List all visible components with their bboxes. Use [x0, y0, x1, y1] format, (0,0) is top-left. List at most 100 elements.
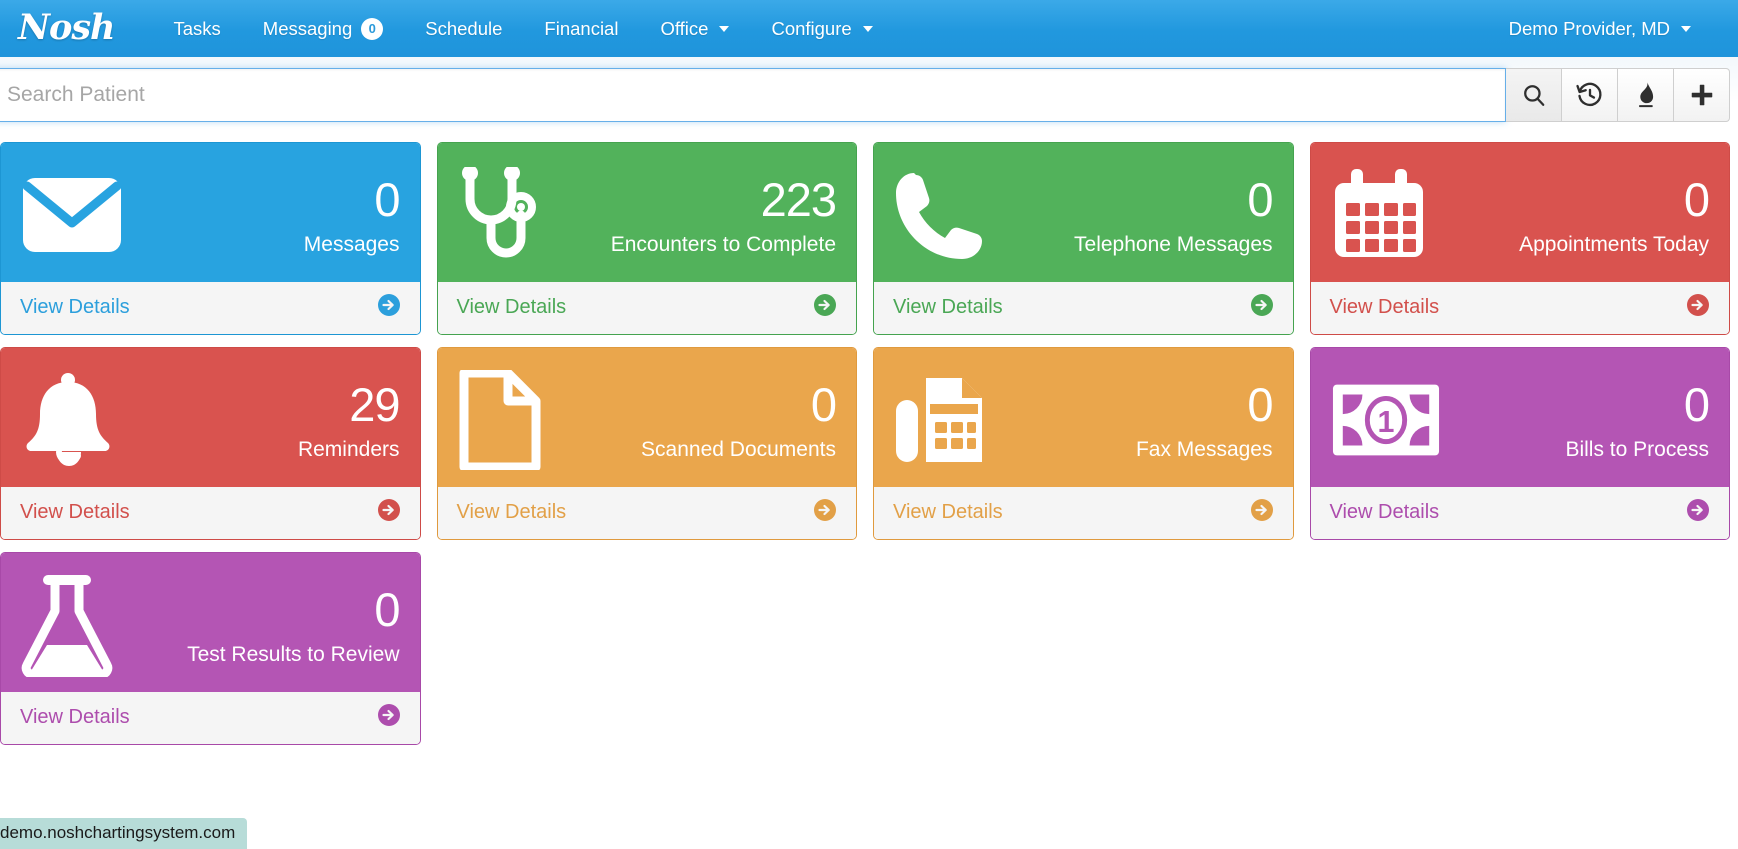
card-telephone-messages[interactable]: 0 Telephone Messages View Details: [873, 142, 1294, 335]
dashboard-card-cell: 29 Reminders View Details: [0, 347, 429, 552]
card-body: 223 Encounters to Complete: [437, 143, 856, 282]
card-count: 223: [760, 172, 837, 226]
card-body: 0 Messages: [1, 143, 420, 282]
arrow-circle-right-icon: [377, 498, 401, 527]
card-view-details-link[interactable]: View Details: [874, 487, 1293, 539]
card-view-details-link[interactable]: View Details: [1, 282, 420, 334]
card-view-details-link[interactable]: View Details: [874, 282, 1293, 334]
card-body: 0 Test Results to Review: [1, 553, 420, 692]
chevron-down-icon: [862, 25, 873, 32]
hot-list-button[interactable]: [1618, 67, 1674, 122]
card-count: 0: [1247, 377, 1273, 431]
arrow-circle-right-icon: [1250, 293, 1274, 322]
nav-item-messaging[interactable]: Messaging 0: [242, 12, 404, 46]
dashboard-card-cell: 223 Encounters to Complete View Details: [429, 142, 866, 347]
calendar-icon: [1331, 169, 1441, 261]
card-label: Reminders: [297, 438, 400, 462]
card-count: 0: [374, 172, 400, 226]
recent-patients-button[interactable]: [1562, 67, 1618, 122]
top-navigation-bar: Nosh Tasks Messaging 0 Schedule Financial Off…: [0, 0, 1738, 57]
card-body: 0 Scanned Documents: [437, 348, 856, 487]
arrow-circle-right-icon: [813, 498, 837, 527]
card-label: Telephone Messages: [1074, 233, 1273, 257]
card-view-details-link[interactable]: View Details: [437, 282, 856, 334]
card-stats: 29 Reminders: [131, 377, 401, 462]
card-stats: 223 Encounters to Complete: [568, 172, 837, 257]
card-view-details-label: View Details: [20, 501, 130, 523]
card-test-results-to-review[interactable]: 0 Test Results to Review View Details: [0, 552, 421, 745]
user-menu[interactable]: Demo Provider, MD: [1488, 12, 1712, 46]
nav-item-tasks[interactable]: Tasks: [153, 12, 242, 46]
search-submit-button[interactable]: [1506, 67, 1562, 122]
card-view-details-label: View Details: [456, 296, 567, 318]
card-stats: 0 Scanned Documents: [568, 377, 837, 462]
card-label: Encounters to Complete: [610, 233, 836, 257]
nosh-logo[interactable]: Nosh: [18, 7, 115, 48]
card-stats: 0 Telephone Messages: [1004, 174, 1273, 257]
card-bills-to-process[interactable]: 1 0 Bills to Process View Details: [1309, 347, 1730, 540]
card-messages[interactable]: 0 Messages View Details: [0, 142, 421, 335]
nav-item-office[interactable]: Office: [639, 12, 750, 46]
dashboard-card-cell: 0 Messages View Details: [0, 142, 429, 347]
card-fax-messages[interactable]: 0 Fax Messages View Details: [873, 347, 1294, 540]
dashboard-card-grid: 0 Messages View Details 223 Encounters t…: [0, 132, 1738, 757]
arrow-circle-right-icon: [813, 293, 837, 322]
chevron-down-icon: [719, 25, 730, 32]
card-label: Appointments Today: [1519, 233, 1709, 257]
card-view-details-label: View Details: [893, 296, 1003, 318]
card-label: Messages: [303, 233, 400, 257]
search-input[interactable]: [0, 67, 1506, 122]
card-view-details-link[interactable]: View Details: [1310, 282, 1729, 334]
user-menu-label: Demo Provider, MD: [1508, 17, 1670, 39]
nav-item-financial[interactable]: Financial: [523, 12, 639, 46]
add-patient-button[interactable]: [1674, 67, 1730, 122]
nav-right-section: Demo Provider, MD: [1488, 12, 1712, 46]
card-scanned-documents[interactable]: 0 Scanned Documents View Details: [436, 347, 857, 540]
card-body: 0 Fax Messages: [874, 348, 1293, 487]
main-nav-list: Tasks Messaging 0 Schedule Financial Office Co…: [153, 12, 894, 46]
card-view-details-label: View Details: [1329, 296, 1440, 318]
chevron-down-icon: [1681, 25, 1691, 32]
card-stats: 0 Messages: [131, 172, 401, 257]
card-view-details-link[interactable]: View Details: [437, 487, 856, 539]
card-label: Bills to Process: [1565, 438, 1709, 462]
stethoscope-icon: [458, 167, 568, 263]
nav-item-label: Office: [660, 17, 709, 39]
arrow-circle-right-icon: [1686, 293, 1710, 322]
card-body: 0 Appointments Today: [1310, 143, 1729, 282]
card-view-details-link[interactable]: View Details: [1310, 487, 1729, 539]
dashboard-card-cell: 0 Fax Messages View Details: [865, 347, 1302, 552]
card-count: 0: [1683, 172, 1710, 226]
card-encounters-to-complete[interactable]: 223 Encounters to Complete View Details: [436, 142, 857, 335]
card-view-details-label: View Details: [893, 501, 1003, 523]
card-view-details-link[interactable]: View Details: [1, 692, 420, 744]
dashboard-card-cell: 1 0 Bills to Process View Details: [1302, 347, 1738, 552]
card-count: 29: [349, 377, 400, 431]
nav-item-label: Configure: [771, 17, 852, 39]
card-view-details-label: View Details: [20, 706, 130, 728]
nav-item-label: Financial: [544, 17, 619, 39]
card-label: Scanned Documents: [641, 438, 836, 462]
envelope-icon: [21, 176, 131, 254]
document-icon: [458, 370, 568, 470]
card-reminders[interactable]: 29 Reminders View Details: [0, 347, 421, 540]
card-count: 0: [1683, 377, 1710, 431]
bell-icon: [21, 372, 131, 468]
card-view-details-label: View Details: [20, 296, 130, 318]
dashboard-card-cell: 0 Telephone Messages View Details: [865, 142, 1302, 347]
card-view-details-link[interactable]: View Details: [1, 487, 420, 539]
card-label: Test Results to Review: [187, 643, 400, 667]
arrow-circle-right-icon: [1686, 498, 1710, 527]
card-count: 0: [374, 582, 400, 636]
card-count: 0: [810, 377, 837, 431]
nav-item-schedule[interactable]: Schedule: [404, 12, 523, 46]
card-body: 29 Reminders: [1, 348, 420, 487]
card-appointments-today[interactable]: 0 Appointments Today View Details: [1309, 142, 1730, 335]
card-stats: 0 Test Results to Review: [131, 582, 400, 667]
nav-item-configure[interactable]: Configure: [750, 12, 893, 46]
patient-search-bar: [0, 57, 1738, 132]
dashboard-card-cell: 0 Test Results to Review View Details: [0, 552, 429, 757]
nav-badge-count: 0: [361, 17, 384, 40]
nav-item-label: Messaging: [262, 17, 353, 39]
nav-item-label: Tasks: [173, 17, 221, 39]
